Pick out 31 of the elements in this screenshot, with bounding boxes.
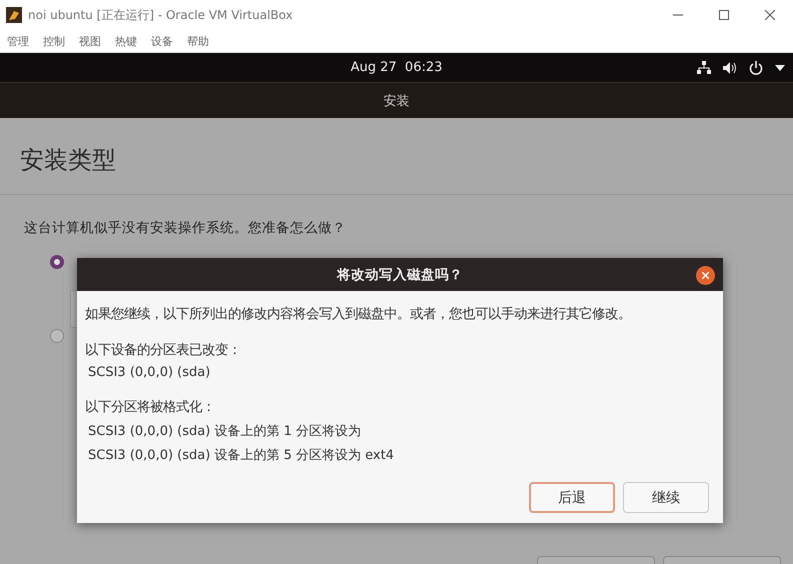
radio-button[interactable] [50, 329, 64, 343]
section-heading: 以下设备的分区表已改变： [85, 342, 242, 359]
window-title: noi ubuntu [正在运行] - Oracle VM VirtualBox [28, 6, 293, 24]
close-icon [765, 10, 775, 20]
dialog-button[interactable]: 后退 [529, 482, 615, 513]
volume-icon[interactable] [723, 62, 737, 74]
close-button[interactable] [696, 266, 715, 285]
dialog-title: 将改动写入磁盘吗？ [337, 266, 463, 284]
menu-item[interactable]: 视图 [79, 34, 101, 48]
close-icon [702, 272, 709, 279]
dialog-button[interactable]: 继续 [623, 482, 709, 513]
menu-item[interactable]: 热键 [115, 34, 137, 48]
menu-item[interactable]: 控制 [43, 34, 65, 48]
power-icon[interactable] [749, 60, 763, 74]
partition-item: SCSI3 (0,0,0) (sda) 设备上的第 5 分区将设为 ext4 [87, 447, 395, 464]
section-heading: 以下分区将被格式化： [85, 399, 216, 416]
dialog-message: 如果您继续，以下所列出的修改内容将会写入到磁盘中。或者，您也可以手动来进行其它修改。 [85, 306, 632, 323]
radio-button[interactable] [50, 255, 64, 269]
menu-item[interactable]: 管理 [7, 34, 29, 48]
partition-item: SCSI3 (0,0,0) (sda) [87, 365, 212, 380]
maximize-icon [719, 10, 729, 20]
page-heading: 安装类型 [0, 118, 793, 195]
menu-item[interactable]: 设备 [151, 34, 173, 48]
clock[interactable]: Aug 27 06:23 [350, 60, 442, 75]
network-icon[interactable] [697, 61, 711, 74]
menu-item[interactable]: 帮助 [187, 34, 209, 48]
installer-title: 安装 [384, 92, 410, 110]
dropdown-icon[interactable] [775, 64, 785, 70]
question-text: 这台计算机似乎没有安装操作系统。您准备怎么做？ [23, 219, 347, 238]
app-icon [6, 7, 22, 23]
partition-item: SCSI3 (0,0,0) (sda) 设备上的第 1 分区将设为 [87, 423, 362, 440]
